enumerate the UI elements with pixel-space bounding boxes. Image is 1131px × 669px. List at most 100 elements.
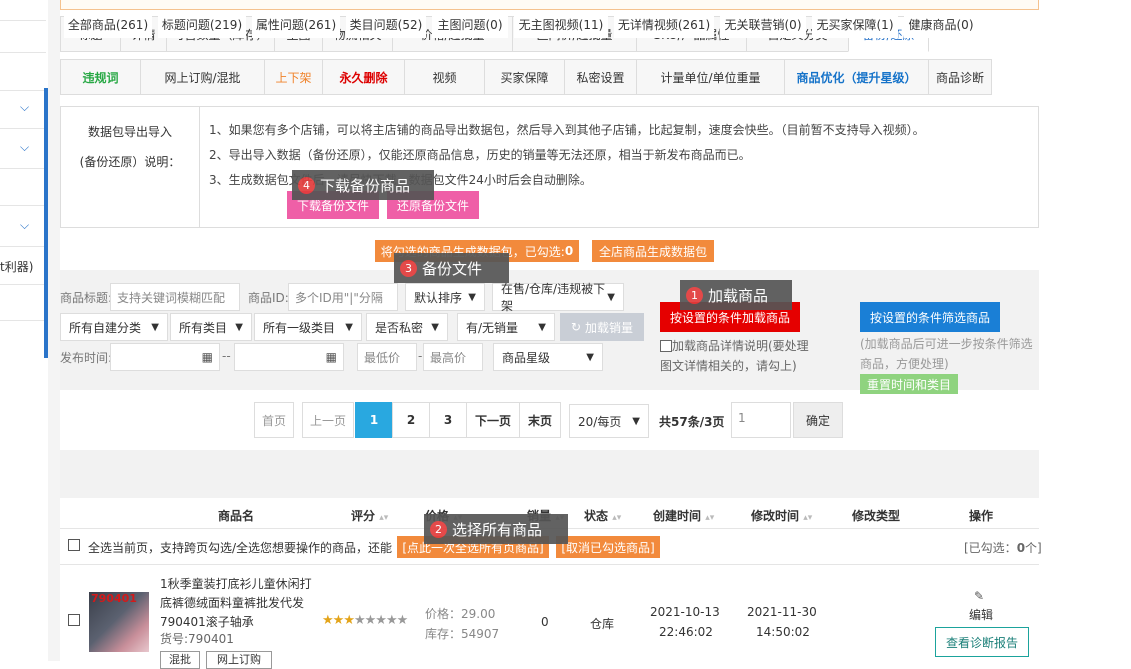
pager-page-3[interactable]: 3 xyxy=(429,402,467,438)
product-title[interactable]: 1秋季童装打底衫儿童休闲打底裤德绒面料童裤批发代发790401滚子轴承 xyxy=(160,575,320,632)
tag-online-order: 网上订购 xyxy=(206,651,272,669)
ftab-no-main-video[interactable]: 无主图视频(11) xyxy=(514,10,608,38)
status-select[interactable]: 在售/仓库/违规被下架 ▼ xyxy=(492,282,624,313)
tab-optimize[interactable]: 商品优化（提升星级） xyxy=(784,59,928,95)
sales-select[interactable]: 有/无销量 ▼ xyxy=(457,313,555,341)
tab-violation-words[interactable]: 违规词 xyxy=(60,59,140,95)
ftab-title-problem[interactable]: 标题问题(219) xyxy=(158,10,246,38)
sidebar-divider xyxy=(0,284,46,285)
load-sales-label: 加载销量 xyxy=(585,320,634,335)
tab-diagnosis[interactable]: 商品诊断 xyxy=(928,59,992,95)
calendar-icon: ▦ xyxy=(201,350,213,364)
pager-page-1[interactable]: 1 xyxy=(355,402,393,438)
problem-filter-bar xyxy=(60,450,1039,498)
sort-icon: ▴▾ xyxy=(803,513,813,523)
tooltip-text: 下载备份商品 xyxy=(320,176,411,195)
ftab-attr-problem[interactable]: 属性问题(261) xyxy=(252,10,340,38)
row-divider xyxy=(60,564,1039,565)
col-header-status[interactable]: 状态 ▴▾ xyxy=(584,507,621,524)
tab-unit-weight[interactable]: 计量单位/单位重量 xyxy=(636,59,784,95)
edit-icon[interactable]: ✎ xyxy=(974,589,984,603)
star-select-value: 商品星级 xyxy=(502,350,551,365)
checked-suffix: 个] xyxy=(1025,541,1042,555)
checked-count-text: [已勾选：0个] xyxy=(964,539,1042,556)
ftab-healthy[interactable]: 健康商品(0) xyxy=(904,10,978,38)
info-line: 2、导出导入数据（备份还原），仅能还原商品信息，历史的销量等无法还原，相当于新发… xyxy=(209,148,751,162)
tab-delete[interactable]: 永久删除 xyxy=(322,59,404,95)
edit-link[interactable]: 编辑 xyxy=(969,606,993,623)
chevron-down-icon[interactable]: ⌵ xyxy=(20,218,29,233)
product-score-stars: ★★★★★★★★ xyxy=(322,613,408,628)
info-label-line1: 数据包导出导入 xyxy=(87,125,172,139)
tab-online-order[interactable]: 网上订购/混批 xyxy=(140,59,264,95)
chevron-down-icon: ▼ xyxy=(586,351,594,363)
first-category-select[interactable]: 所有一级类目 ▼ xyxy=(254,313,362,341)
pager-last[interactable]: 末页 xyxy=(519,402,561,438)
tab-video[interactable]: 视频 xyxy=(404,59,484,95)
end-date-input[interactable]: ▦ xyxy=(234,343,344,371)
tab-shelf[interactable]: 上下架 xyxy=(264,59,322,95)
ftab-category-problem[interactable]: 类目问题(52) xyxy=(346,10,426,38)
sort-select-value: 默认排序 xyxy=(414,290,463,305)
col-header-created[interactable]: 创建时间 ▴▾ xyxy=(653,507,714,524)
sort-select[interactable]: 默认排序 ▼ xyxy=(405,283,485,311)
start-date-input[interactable]: ▦ xyxy=(110,343,220,371)
col-header-score[interactable]: 评分 ▴▾ xyxy=(351,507,388,524)
pager-prev[interactable]: 上一页 xyxy=(302,402,354,438)
title-filter-input[interactable]: 支持关键词模糊匹配 xyxy=(110,283,240,311)
pager-first[interactable]: 首页 xyxy=(254,402,294,438)
product-thumbnail[interactable]: 790401 xyxy=(89,592,149,652)
first-category-value: 所有一级类目 xyxy=(263,320,336,335)
view-diagnosis-button[interactable]: 查看诊断报告 xyxy=(935,627,1029,657)
chevron-down-icon: ▼ xyxy=(632,415,640,427)
ftab-no-detail-video[interactable]: 无详情视频(261) xyxy=(614,10,714,38)
sidebar-item-label[interactable]: t利器) xyxy=(0,258,33,275)
star-empty-icon: ★ xyxy=(375,613,387,628)
col-header-modified-label: 修改时间 xyxy=(751,509,800,523)
pager-next[interactable]: 下一页 xyxy=(466,402,520,438)
tab-private[interactable]: 私密设置 xyxy=(564,59,636,95)
tab-buyer-protection[interactable]: 买家保障 xyxy=(484,59,564,95)
filter-products-button[interactable]: 按设置的条件筛选商品 xyxy=(860,302,1000,332)
chevron-down-icon: ▼ xyxy=(538,321,546,333)
sidebar: ⌵ ⌵ ⌵ t利器) xyxy=(0,0,60,661)
category-select[interactable]: 所有类目 ▼ xyxy=(170,313,252,341)
ftab-no-marketing[interactable]: 无关联营销(0) xyxy=(720,10,806,38)
ftab-no-protection[interactable]: 无买家保障(1) xyxy=(812,10,898,38)
max-price-input[interactable]: 最高价 xyxy=(423,343,483,371)
ftab-all[interactable]: 全部商品(261) xyxy=(64,10,152,38)
select-all-hint: 全选当前页，支持跨页勾选/全选您想要操作的商品，还能 xyxy=(88,541,393,555)
filter-note: (加载商品后可进一步按条件筛选商品，方便处理) xyxy=(860,337,1033,371)
sidebar-divider xyxy=(0,90,46,91)
per-page-select[interactable]: 20/每页 ▼ xyxy=(569,404,649,438)
page-jump-input[interactable]: 1 xyxy=(731,402,791,438)
chevron-down-icon: ▼ xyxy=(431,321,439,333)
sidebar-divider xyxy=(0,52,46,53)
custom-category-select[interactable]: 所有自建分类 ▼ xyxy=(60,313,168,341)
product-created-date: 2021-10-13 xyxy=(650,605,720,619)
generate-all-button[interactable]: 全店商品生成数据包 xyxy=(592,240,714,262)
cancel-selected-button[interactable]: [取消已勾选商品] xyxy=(556,536,660,558)
chevron-down-icon[interactable]: ⌵ xyxy=(20,140,29,155)
reset-time-category-button[interactable]: 重置时间和类目 xyxy=(860,374,958,394)
col-header-modified[interactable]: 修改时间 ▴▾ xyxy=(751,507,812,524)
tooltip-download-backup: 4 下载备份商品 xyxy=(292,170,434,200)
star-select[interactable]: 商品星级 ▼ xyxy=(493,343,603,371)
private-select[interactable]: 是否私密 ▼ xyxy=(366,313,448,341)
load-detail-checkbox-row[interactable]: 加载商品详情说明(要处理图文详情相关的，请勾上) xyxy=(660,336,820,376)
load-detail-checkbox[interactable] xyxy=(660,340,672,352)
select-page-checkbox[interactable] xyxy=(68,539,80,551)
load-sales-button[interactable]: ↻ 加载销量 xyxy=(560,313,644,341)
ftab-image-problem[interactable]: 主图问题(0) xyxy=(432,10,508,38)
pager-page-2[interactable]: 2 xyxy=(392,402,430,438)
chevron-down-icon: ▼ xyxy=(468,291,476,303)
id-filter-input[interactable]: 多个ID用"|"分隔 xyxy=(288,283,398,311)
pager-confirm-button[interactable]: 确定 xyxy=(793,402,843,438)
product-created-time: 22:46:02 xyxy=(659,625,713,639)
product-checkbox[interactable] xyxy=(68,614,80,626)
min-price-input[interactable]: 最低价 xyxy=(357,343,417,371)
col-header-op: 操作 xyxy=(969,509,994,523)
custom-category-value: 所有自建分类 xyxy=(69,320,142,335)
tooltip-text: 备份文件 xyxy=(422,259,483,278)
chevron-down-icon[interactable]: ⌵ xyxy=(20,100,29,115)
